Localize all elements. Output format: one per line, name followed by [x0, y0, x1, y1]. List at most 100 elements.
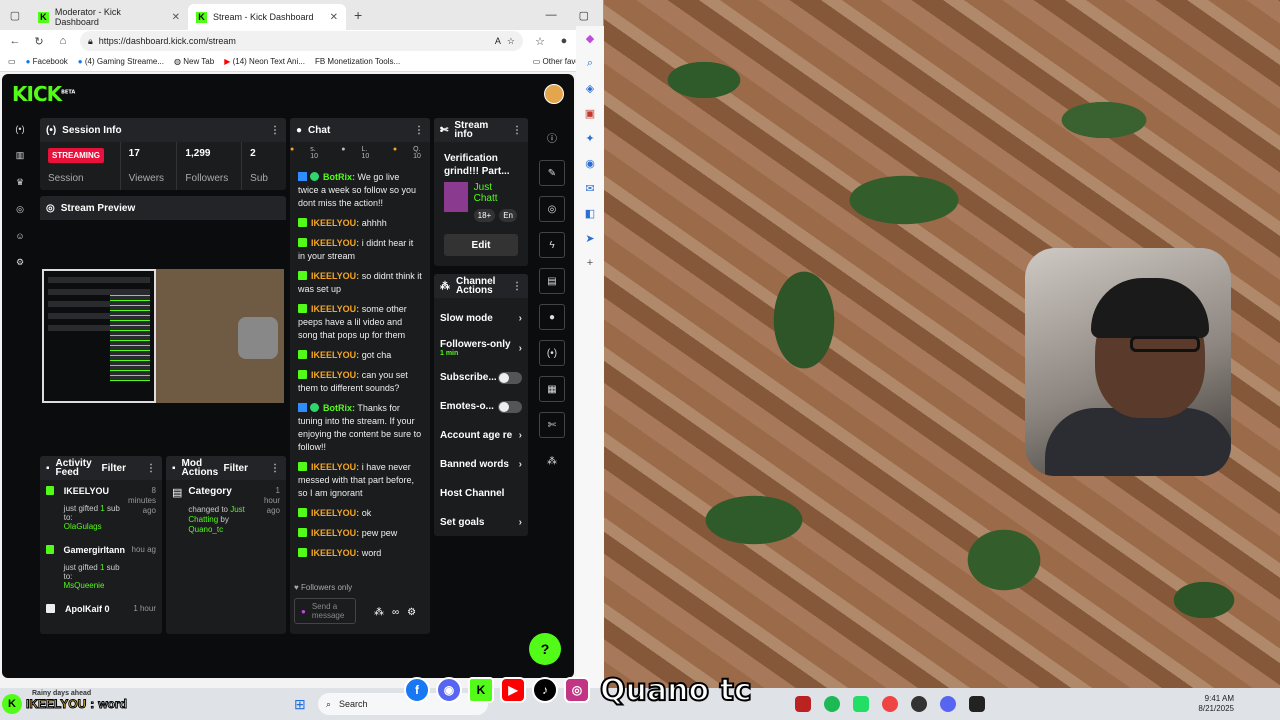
layout-icon[interactable]: ▦ — [539, 376, 565, 402]
url-field[interactable]: 🔒︎ https://dashboard.kick.com/stream A ☆ — [80, 31, 523, 51]
bookmark-facebook[interactable]: ● Facebook — [26, 57, 68, 66]
chat-user[interactable]: IKEELYOU: — [311, 508, 359, 518]
info-icon[interactable]: ⓘ — [539, 124, 565, 150]
app-icon[interactable] — [969, 696, 985, 712]
close-tab-icon[interactable]: ✕ — [330, 12, 338, 23]
tab-stream[interactable]: K Stream - Kick Dashboard ✕ — [188, 4, 346, 30]
infinity-icon[interactable]: ∞ — [392, 607, 399, 618]
menu-icon[interactable]: ⋮ — [512, 125, 522, 136]
chat-user[interactable]: IKEELYOU: — [311, 238, 359, 248]
new-tab-icon[interactable]: + — [354, 7, 362, 23]
chat-user[interactable]: IKEELYOU: — [311, 370, 359, 380]
add-sidebar-icon[interactable]: + — [587, 257, 593, 269]
outlook-icon[interactable]: ✉ — [585, 182, 594, 195]
dashboard-icon[interactable]: ▥ — [16, 150, 25, 161]
menu-icon[interactable]: ⋮ — [414, 125, 424, 136]
profile-icon[interactable]: ● — [557, 35, 571, 47]
read-aloud-icon[interactable]: A — [495, 36, 501, 46]
edit-icon[interactable]: ✎ — [539, 160, 565, 186]
menu-icon[interactable]: ⋮ — [512, 281, 522, 292]
bookmark-manager-icon[interactable]: ▭ — [8, 57, 16, 66]
drag-icon[interactable]: ▪ — [172, 463, 176, 474]
chat-user[interactable]: IKEELYOU: — [311, 350, 359, 360]
gear-icon[interactable]: ⚙ — [407, 607, 416, 618]
windows-start-icon[interactable]: ⊞ — [294, 696, 306, 713]
menu-icon[interactable]: ⋮ — [270, 125, 280, 136]
lightning-icon[interactable]: ϟ — [539, 232, 565, 258]
chat-user[interactable]: IKEELYOU: — [311, 218, 359, 228]
category-name[interactable]: Just Chatt — [474, 182, 518, 204]
stream-preview-video[interactable] — [42, 269, 284, 403]
chat-user[interactable]: BotRix: — [323, 172, 355, 182]
activity-target[interactable]: OlaGulags — [64, 522, 122, 531]
set-goals-row[interactable]: Set goals › — [434, 508, 528, 536]
slow-mode-row[interactable]: Slow mode › — [434, 304, 528, 333]
chat-user[interactable]: IKEELYOU: — [311, 271, 359, 281]
search-icon[interactable]: ⌕ — [587, 57, 593, 70]
edit-button[interactable]: Edit — [444, 234, 518, 256]
followers-only-row[interactable]: Followers-only 1 min › — [434, 333, 528, 363]
chat-user[interactable]: BotRix: — [323, 403, 355, 413]
office-icon[interactable]: ◉ — [585, 157, 595, 170]
menu-icon[interactable]: ⋮ — [146, 463, 156, 474]
banned-words-row[interactable]: Banned words › — [434, 450, 528, 479]
drag-icon[interactable]: ▪ — [46, 463, 50, 474]
users-icon[interactable]: ☺ — [15, 231, 24, 241]
tab-moderator[interactable]: K Moderator - Kick Dashboard ✕ — [30, 4, 188, 30]
bookmark-gaming[interactable]: ● (4) Gaming Streame... — [78, 57, 164, 66]
camera-icon[interactable]: ◎ — [16, 204, 24, 215]
activity-target[interactable]: MsQueenie — [64, 581, 126, 590]
chat-user[interactable]: IKEELYOU: — [311, 304, 359, 314]
filter-button[interactable]: Filter — [224, 463, 248, 474]
excel-icon[interactable] — [853, 696, 869, 712]
chat-user[interactable]: IKEELYOU: — [311, 528, 359, 538]
close-tab-icon[interactable]: ✕ — [172, 12, 180, 23]
shopping-icon[interactable]: ◈ — [586, 82, 594, 95]
filter-button[interactable]: Filter — [102, 463, 126, 474]
discord-icon[interactable] — [940, 696, 956, 712]
refresh-icon[interactable]: ↻ — [32, 35, 46, 48]
minimize-icon[interactable]: — — [546, 9, 557, 22]
maximize-icon[interactable]: ▢ — [579, 9, 589, 22]
drop-icon[interactable]: ◧ — [585, 207, 595, 220]
clock[interactable]: 9:41 AM 8/21/2025 — [1198, 694, 1234, 714]
shapes-icon[interactable]: ⁂ — [539, 448, 565, 474]
avatar[interactable] — [544, 84, 564, 104]
bookmark-new-tab[interactable]: ◍ New Tab — [174, 57, 214, 66]
copilot-icon[interactable]: ◆ — [586, 32, 594, 45]
account-age-row[interactable]: Account age re › — [434, 421, 528, 450]
kick-logo[interactable]: KICKBETA — [12, 82, 75, 106]
notes-icon[interactable]: ▤ — [539, 268, 565, 294]
emotes-toggle[interactable] — [498, 400, 522, 413]
bookmark-monetization[interactable]: FB Monetization Tools... — [315, 57, 400, 66]
back-icon[interactable]: ← — [8, 35, 22, 47]
settings-icon[interactable]: ⚙ — [16, 257, 24, 268]
favorite-star-icon[interactable]: ☆ — [507, 36, 515, 47]
support-button[interactable]: ? — [529, 633, 561, 665]
wrench-icon[interactable]: ✄ — [539, 412, 565, 438]
obs-icon[interactable] — [911, 696, 927, 712]
app-icon[interactable] — [795, 696, 811, 712]
tools-icon[interactable]: ▣ — [585, 107, 595, 120]
games-icon[interactable]: ✦ — [585, 132, 594, 145]
shapes-icon[interactable]: ⁂ — [374, 607, 384, 618]
mic-icon[interactable]: ● — [301, 607, 306, 616]
collections-icon[interactable]: ☆ — [533, 35, 547, 48]
chat-input[interactable]: ● Send a message — [294, 598, 356, 624]
send-icon[interactable]: ➤ — [585, 232, 594, 245]
subscribers-toggle[interactable] — [498, 371, 522, 384]
host-channel-row[interactable]: Host Channel — [434, 479, 528, 508]
chat-user[interactable]: IKEELYOU: — [311, 548, 359, 558]
broadcast-icon[interactable]: (•) — [15, 124, 24, 134]
home-icon[interactable]: ⌂ — [56, 35, 70, 47]
chat-bubble-icon[interactable]: ● — [539, 304, 565, 330]
broadcast-icon[interactable]: (•) — [539, 340, 565, 366]
camera-icon[interactable]: ◎ — [539, 196, 565, 222]
chrome-icon[interactable] — [882, 696, 898, 712]
menu-icon[interactable]: ⋮ — [270, 463, 280, 474]
spotify-icon[interactable] — [824, 696, 840, 712]
trophy-icon[interactable]: ♛ — [16, 177, 24, 188]
bookmark-neon[interactable]: ▶ (14) Neon Text Ani... — [224, 57, 305, 66]
mod-action-user[interactable]: Quano_tc — [188, 525, 223, 534]
tab-actions-icon[interactable]: ▢ — [0, 9, 30, 22]
